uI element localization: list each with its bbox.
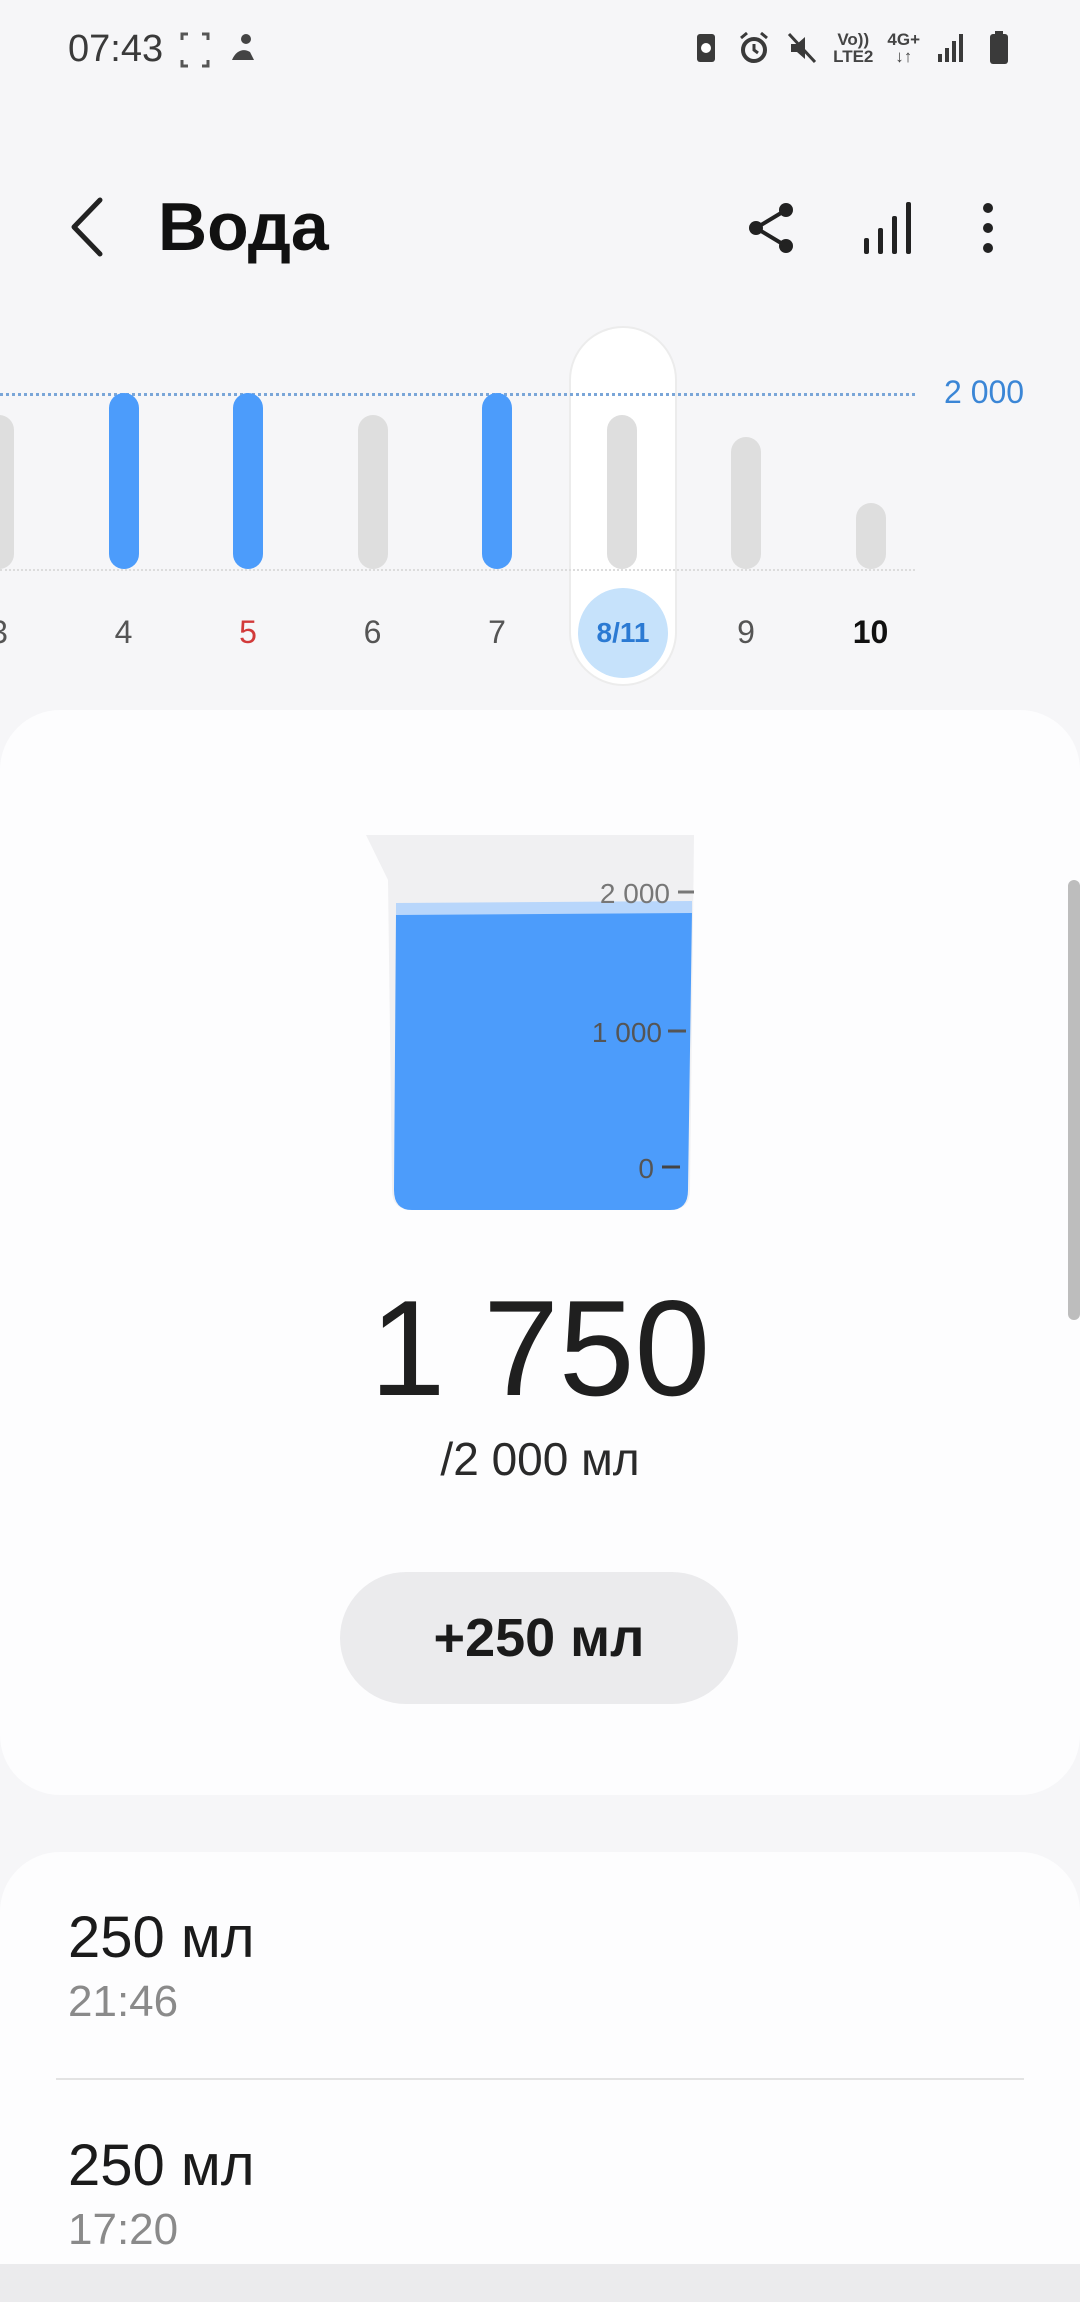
volte-icon: Vo)) LTE2 bbox=[833, 30, 874, 66]
goal-line bbox=[0, 393, 915, 396]
chart-tick-label-10[interactable]: 10 bbox=[831, 614, 911, 651]
status-time: 07:43 bbox=[68, 28, 164, 70]
page-title: Вода bbox=[158, 189, 329, 265]
alarm-icon bbox=[740, 31, 769, 63]
chart-bar-3[interactable] bbox=[0, 415, 14, 569]
base-line bbox=[0, 569, 915, 571]
chart-bar-10[interactable] bbox=[855, 503, 886, 569]
bottom-edge bbox=[0, 2264, 1080, 2302]
intake-card: 2 000 1 000 0 1 750 /2 000 мл +250 мл bbox=[0, 710, 1080, 1795]
measuring-cup: 2 000 1 000 0 bbox=[366, 835, 694, 1210]
log-time: 21:46 bbox=[68, 1977, 179, 2026]
fitness-icon bbox=[232, 34, 254, 60]
stats-icon[interactable] bbox=[858, 198, 918, 258]
intake-amount: 1 750 bbox=[369, 1272, 711, 1424]
chart-bar-9[interactable] bbox=[731, 437, 761, 569]
chart-bar-7[interactable] bbox=[482, 393, 512, 569]
chart-tick-label-6[interactable]: 6 bbox=[333, 614, 413, 651]
chart-tick-label-3[interactable]: 3 bbox=[0, 614, 39, 651]
chart-bar-8-11[interactable] bbox=[606, 415, 637, 569]
mute-icon bbox=[787, 32, 817, 64]
status-left-icons bbox=[178, 30, 260, 70]
cup-scale-2000: 2 000 bbox=[600, 878, 670, 909]
chart-tick-label-4[interactable]: 4 bbox=[84, 614, 164, 651]
log-amount: 250 мл bbox=[68, 1905, 255, 1970]
chart-bar-5[interactable] bbox=[233, 393, 263, 569]
signal-icon bbox=[938, 34, 963, 62]
app-header: Вода bbox=[0, 170, 1080, 290]
water-history-chart: 2 000 3 4 5 6 7 8/11 9 10 bbox=[0, 320, 1080, 700]
cup-scale-0: 0 bbox=[638, 1153, 654, 1184]
list-item[interactable]: 250 мл 21:46 bbox=[68, 1904, 1008, 2027]
intake-log: 250 мл 21:46 250 мл 17:20 bbox=[0, 1852, 1080, 2302]
log-amount: 250 мл bbox=[68, 2133, 255, 2198]
chart-tick-label-5[interactable]: 5 bbox=[208, 614, 288, 651]
4g-icon: 4G+ ↓↑ bbox=[887, 30, 920, 66]
list-item[interactable]: 250 мл 17:20 bbox=[68, 2132, 1008, 2255]
back-icon[interactable] bbox=[58, 192, 118, 262]
divider bbox=[56, 2078, 1024, 2080]
battery-saver-icon bbox=[697, 34, 716, 62]
goal-label: 2 000 bbox=[944, 374, 1025, 410]
share-icon[interactable] bbox=[742, 198, 802, 258]
selected-date-label[interactable]: 8/11 bbox=[578, 588, 668, 678]
status-right-icons: Vo)) LTE2 4G+ ↓↑ bbox=[689, 28, 1016, 68]
scrollbar[interactable] bbox=[1068, 880, 1080, 1320]
chart-bar-4[interactable] bbox=[108, 393, 139, 569]
chart-tick-label-9[interactable]: 9 bbox=[706, 614, 786, 651]
log-time: 17:20 bbox=[68, 2205, 179, 2254]
intake-goal: /2 000 мл bbox=[440, 1433, 640, 1485]
add-water-button[interactable]: +250 мл bbox=[340, 1572, 738, 1704]
battery-icon bbox=[990, 31, 1008, 64]
chart-tick-label-7[interactable]: 7 bbox=[457, 614, 537, 651]
more-icon[interactable] bbox=[958, 198, 1018, 258]
chart-bar-6[interactable] bbox=[357, 415, 388, 569]
screenshot-icon bbox=[180, 32, 210, 68]
cup-scale-1000: 1 000 bbox=[592, 1017, 662, 1048]
status-bar: 07:43 Vo)) LTE2 4G+ ↓↑ bbox=[0, 0, 1080, 110]
